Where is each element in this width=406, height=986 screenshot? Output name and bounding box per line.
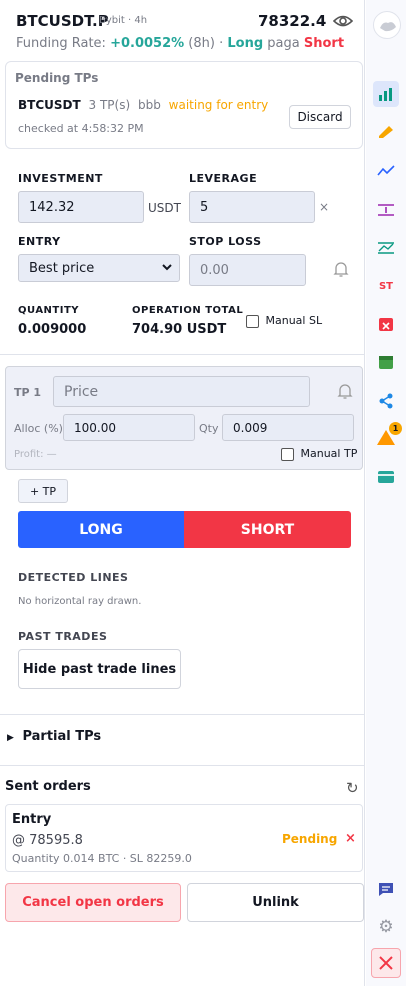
leverage-multiplier: × bbox=[319, 200, 330, 214]
qty-input[interactable]: 0.009 bbox=[222, 414, 354, 441]
funding-rate-row: Funding Rate: +0.0052% (8h) · Long paga … bbox=[16, 36, 344, 51]
calendar-x-icon[interactable] bbox=[373, 311, 399, 337]
paga-text: paga bbox=[267, 36, 300, 51]
quantity-value: 0.009000 bbox=[18, 322, 87, 337]
detected-lines-empty: No horizontal ray drawn. bbox=[18, 596, 142, 607]
pending-tag: bbb bbox=[137, 98, 161, 112]
funding-rate-value: +0.0052% bbox=[110, 36, 185, 51]
right-toolbar: ST 1 ⚙ bbox=[366, 0, 406, 986]
order-status-badge: Pending bbox=[282, 832, 338, 846]
pending-tps-card: Pending TPs BTCUSDT 3 TP(s) bbb waiting … bbox=[5, 61, 363, 149]
short-button[interactable]: SHORT bbox=[184, 511, 351, 548]
tp1-label: TP 1 bbox=[14, 386, 42, 399]
order-entry-details: Quantity 0.014 BTC · SL 82259.0 bbox=[12, 852, 192, 865]
order-entry-price: @ 78595.8 bbox=[12, 833, 83, 848]
close-icon[interactable] bbox=[371, 948, 401, 978]
manual-tp-label: Manual TP bbox=[300, 447, 358, 460]
st-icon[interactable]: ST bbox=[373, 273, 399, 299]
pending-symbol: BTCUSDT bbox=[18, 98, 81, 112]
trend-line-icon[interactable] bbox=[373, 158, 399, 184]
alert-badge: 1 bbox=[389, 422, 402, 435]
manual-sl-label: Manual SL bbox=[265, 314, 323, 327]
divider bbox=[0, 765, 365, 766]
manual-tp-toggle[interactable]: Manual TP bbox=[281, 447, 357, 461]
add-tp-button[interactable]: + TP bbox=[18, 479, 68, 503]
exchange-timeframe: Bybit · 4h bbox=[99, 15, 148, 26]
profit-text: Profit: — bbox=[14, 449, 57, 460]
gear-icon[interactable]: ⚙ bbox=[373, 914, 399, 940]
pending-tp-count: 3 TP(s) bbox=[88, 98, 131, 112]
sent-orders-title: Sent orders bbox=[5, 779, 91, 794]
hide-past-trade-lines-button[interactable]: Hide past trade lines bbox=[18, 649, 181, 689]
alloc-label: Alloc (%) bbox=[14, 422, 63, 435]
calendar-icon[interactable] bbox=[373, 349, 399, 375]
qty-label: Qty bbox=[199, 422, 219, 435]
chevron-down-icon bbox=[161, 261, 173, 277]
triangle-right-icon: ▶ bbox=[7, 733, 14, 743]
investment-unit: USDT bbox=[148, 201, 181, 215]
stoploss-bell-icon[interactable] bbox=[333, 261, 349, 281]
stoploss-input[interactable]: 0.00 bbox=[189, 254, 306, 286]
long-side-text: Long bbox=[227, 36, 264, 51]
investment-input[interactable]: 142.32 bbox=[18, 191, 144, 223]
tp1-bell-icon[interactable] bbox=[337, 383, 353, 403]
refresh-icon[interactable]: ↻ bbox=[346, 779, 359, 797]
tp1-block: TP 1 Price Alloc (%) 100.00 Qty 0.009 Pr… bbox=[5, 366, 363, 470]
alloc-input[interactable]: 100.00 bbox=[63, 414, 195, 441]
order-entry-title: Entry bbox=[12, 812, 52, 827]
partial-tps-title: Partial TPs bbox=[22, 729, 102, 744]
manual-tp-checkbox[interactable] bbox=[281, 447, 294, 461]
entry-selected-value: Best price bbox=[29, 260, 95, 276]
pending-checked-time: checked at 4:58:32 PM bbox=[18, 122, 144, 135]
divider bbox=[0, 714, 365, 715]
investment-label: INVESTMENT bbox=[18, 172, 103, 185]
operation-total-value: 704.90 USDT bbox=[132, 322, 227, 337]
tp1-price-input[interactable]: Price bbox=[53, 376, 310, 407]
bar-chart-icon[interactable] bbox=[373, 81, 399, 107]
discard-button[interactable]: Discard bbox=[289, 105, 351, 129]
manual-sl-toggle[interactable]: Manual SL bbox=[246, 314, 322, 328]
leverage-input[interactable]: 5 bbox=[189, 191, 315, 223]
divider bbox=[0, 354, 365, 355]
chat-icon[interactable] bbox=[373, 876, 399, 902]
avatar[interactable] bbox=[373, 11, 401, 39]
manual-sl-checkbox[interactable] bbox=[246, 314, 259, 328]
pencil-icon[interactable] bbox=[373, 118, 399, 144]
channel-icon[interactable] bbox=[373, 234, 399, 260]
short-side-text: Short bbox=[303, 36, 345, 51]
order-entry-card: Entry @ 78595.8 Quantity 0.014 BTC · SL … bbox=[5, 804, 363, 872]
stoploss-label: STOP LOSS bbox=[189, 235, 262, 248]
cancel-open-orders-button[interactable]: Cancel open orders bbox=[5, 883, 181, 922]
entry-label: ENTRY bbox=[18, 235, 61, 248]
alert-triangle-icon[interactable]: 1 bbox=[373, 422, 402, 450]
horizontal-lines-icon[interactable] bbox=[373, 197, 399, 223]
long-button[interactable]: LONG bbox=[18, 511, 184, 548]
funding-label: Funding Rate: bbox=[16, 36, 106, 51]
past-trades-title: PAST TRADES bbox=[18, 630, 108, 643]
operation-total-label: OPERATION TOTAL bbox=[132, 305, 244, 316]
detected-lines-title: DETECTED LINES bbox=[18, 571, 129, 584]
last-price: 78322.4 bbox=[258, 12, 327, 30]
share-icon[interactable] bbox=[373, 388, 399, 414]
trade-panel: BTCUSDT.P Bybit · 4h 78322.4 Funding Rat… bbox=[0, 0, 365, 986]
card-icon[interactable] bbox=[373, 464, 399, 490]
pending-row: BTCUSDT 3 TP(s) bbb waiting for entry bbox=[18, 98, 268, 112]
pending-tps-title: Pending TPs bbox=[15, 71, 99, 85]
quantity-label: QUANTITY bbox=[18, 305, 80, 316]
eye-icon[interactable] bbox=[332, 12, 354, 30]
symbol-title: BTCUSDT.P bbox=[16, 12, 109, 30]
partial-tps-toggle[interactable]: ▶ Partial TPs bbox=[7, 729, 101, 744]
cancel-order-icon[interactable]: × bbox=[345, 831, 356, 846]
entry-select[interactable]: Best price bbox=[18, 254, 180, 282]
leverage-label: LEVERAGE bbox=[189, 172, 258, 185]
unlink-button[interactable]: Unlink bbox=[187, 883, 364, 922]
funding-period: (8h) · bbox=[188, 36, 224, 51]
pending-status: waiting for entry bbox=[168, 98, 269, 112]
